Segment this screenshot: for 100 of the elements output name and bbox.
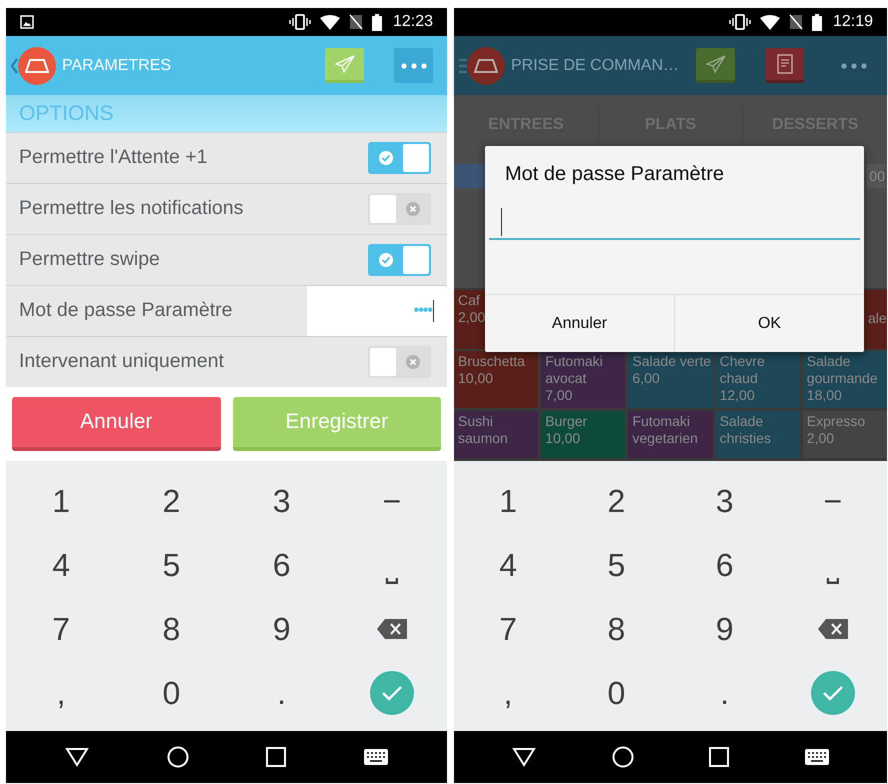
section-header: OPTIONS — [6, 95, 447, 132]
backspace-icon[interactable] — [818, 619, 848, 639]
toggle-knob — [370, 195, 396, 223]
receipt-icon — [776, 54, 792, 74]
tile-text: Caf — [458, 292, 481, 309]
receipt-button[interactable] — [765, 48, 804, 83]
keyboard-key[interactable]: 4 — [454, 533, 562, 597]
more-button[interactable] — [394, 48, 433, 83]
menu-tile[interactable]: Bruschetta 10,00 — [454, 351, 538, 408]
check-icon — [379, 253, 393, 267]
keyboard-key[interactable]: − — [336, 469, 447, 533]
menu-tile[interactable]: Futomaki avocat 7,00 — [541, 351, 626, 408]
app-title: PRISE DE COMMAN… — [511, 56, 680, 76]
battery-icon — [372, 14, 382, 30]
tile-text: christies — [720, 430, 772, 447]
send-button[interactable] — [325, 48, 364, 83]
menu-tile[interactable]: ale — [864, 290, 887, 349]
tile-text: 2,00 — [806, 430, 836, 447]
keyboard-key[interactable]: 0 — [562, 661, 670, 725]
toggle-knob — [403, 144, 429, 172]
tile-text: Futomaki — [632, 413, 691, 430]
tile-text: 12,00 — [720, 387, 756, 404]
tile-text: Sushi — [458, 413, 494, 430]
keyboard-key[interactable]: 9 — [670, 597, 779, 661]
app-title: PARAMETRES — [62, 56, 172, 76]
keyboard-key[interactable]: ⎵ — [336, 533, 447, 597]
check-icon — [380, 685, 403, 701]
close-icon — [406, 202, 420, 216]
tablet-icon — [25, 58, 49, 72]
keyboard-key[interactable]: 1 — [6, 469, 116, 533]
setting-label: Permettre les notifications — [19, 196, 244, 222]
tablet-icon — [474, 58, 498, 72]
keyboard-key[interactable]: 4 — [6, 533, 116, 597]
keyboard-icon[interactable] — [805, 749, 830, 765]
keyboard-key[interactable]: 3 — [670, 469, 779, 533]
menu-tile[interactable]: Sushi saumon — [454, 411, 538, 458]
toggle-knob — [403, 246, 429, 274]
tile-text: 18,00 — [806, 387, 843, 404]
tile-text: 10,00 — [545, 430, 582, 447]
wifi-icon — [320, 14, 340, 30]
menu-tile[interactable]: Futomaki vegetarien — [628, 411, 713, 458]
keyboard-key[interactable]: 0 — [116, 661, 226, 725]
vibrate-icon — [728, 14, 751, 30]
done-key[interactable] — [810, 671, 855, 715]
tile-text: Expresso — [806, 413, 866, 430]
keyboard-key[interactable]: . — [670, 661, 779, 725]
setting-label: Permettre l'Attente +1 — [19, 145, 208, 170]
keyboard-key[interactable]: 2 — [116, 469, 226, 533]
keyboard-key[interactable]: 5 — [562, 533, 670, 597]
toggle-switch[interactable] — [368, 142, 431, 174]
keyboard-key[interactable]: 8 — [562, 597, 670, 661]
status-time: 12:23 — [392, 12, 433, 32]
tile-text: Salade verte — [632, 353, 709, 370]
more-icon — [400, 62, 426, 68]
keyboard-key[interactable]: , — [454, 661, 562, 725]
keyboard-icon[interactable] — [364, 749, 388, 765]
password-input[interactable] — [489, 206, 860, 240]
status-time: 12:19 — [832, 12, 873, 32]
keyboard-key[interactable]: 9 — [226, 597, 337, 661]
recents-icon[interactable] — [709, 747, 730, 767]
keyboard-key[interactable]: 5 — [116, 533, 226, 597]
close-icon — [406, 355, 420, 369]
home-icon[interactable] — [612, 746, 634, 768]
keyboard-key[interactable]: 7 — [6, 597, 116, 661]
keyboard-key[interactable]: 7 — [454, 597, 562, 661]
more-icon — [840, 62, 866, 68]
tile-text: saumon — [458, 430, 509, 447]
keyboard-key[interactable]: 2 — [562, 469, 670, 533]
keyboard-key[interactable]: , — [6, 661, 116, 725]
home-icon[interactable] — [166, 746, 189, 768]
keyboard-key[interactable]: 6 — [670, 533, 779, 597]
tile-text: Salade — [806, 353, 852, 370]
recents-icon[interactable] — [266, 747, 286, 767]
tile-text: Chevre — [720, 353, 766, 370]
toggle-switch[interactable] — [368, 193, 431, 225]
keyboard-key[interactable]: 6 — [226, 533, 337, 597]
menu-tile[interactable]: Caf 2,00 — [454, 290, 485, 349]
tile-text: Futomaki — [545, 353, 604, 370]
dialog-button[interactable]: OK — [674, 295, 864, 352]
keyboard-key[interactable]: . — [226, 661, 337, 725]
keyboard-key[interactable]: ⎵ — [778, 533, 887, 597]
keyboard-key[interactable]: 8 — [116, 597, 226, 661]
backspace-icon[interactable] — [376, 619, 407, 639]
send-button[interactable] — [696, 48, 735, 83]
toggle-knob — [370, 348, 396, 376]
keyboard-key[interactable]: − — [778, 469, 887, 533]
tile-text: vegetarien — [632, 430, 699, 447]
tile-text: avocat — [545, 370, 588, 387]
keyboard-key[interactable]: 1 — [454, 469, 562, 533]
tile-text: chaud — [720, 370, 759, 387]
battery-icon — [812, 14, 822, 30]
paper-plane-icon — [334, 55, 354, 73]
check-icon — [379, 151, 393, 165]
check-icon — [822, 685, 844, 701]
toggle-switch[interactable] — [368, 346, 431, 378]
toggle-switch[interactable] — [368, 244, 431, 276]
no-sim-icon — [788, 14, 803, 30]
keyboard-key[interactable]: 3 — [226, 469, 337, 533]
dialog-button[interactable]: Annuler — [485, 295, 674, 352]
done-key[interactable] — [370, 671, 414, 715]
